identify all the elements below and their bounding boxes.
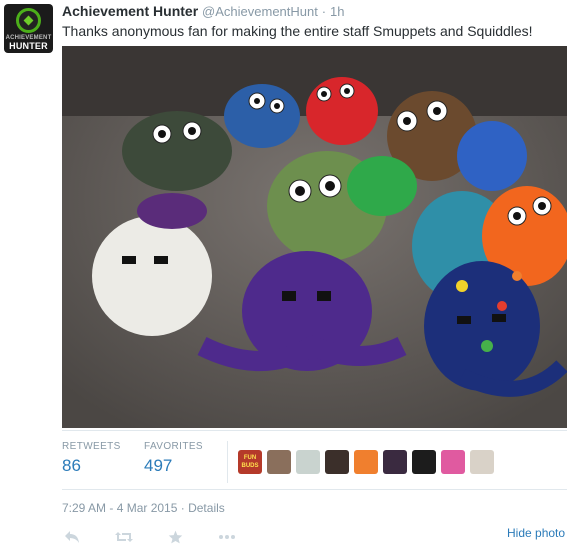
favoriter-8-avatar[interactable] [441,450,465,474]
display-name[interactable]: Achievement Hunter [62,3,198,19]
tweet-photo[interactable] [62,46,567,428]
avatar[interactable]: ACHIEVEMENT HUNTER [4,4,53,53]
divider-top [62,430,567,431]
favoriter-7-avatar[interactable] [412,450,436,474]
retweets-stat[interactable]: RETWEETS 86 [62,441,121,476]
retweet-icon[interactable] [114,530,134,550]
favoriter-5-avatar[interactable] [354,450,378,474]
favorites-label: FAVORITES [144,441,203,452]
hide-photo-link[interactable]: Hide photo [507,526,565,540]
smuppets-photo [62,46,567,428]
achievement-hunter-logo-icon [16,8,41,33]
stats-divider [227,441,228,483]
header-separator: · [321,4,327,19]
favoriters-avatars: FUN BUDS [238,450,494,474]
favorites-stat[interactable]: FAVORITES 497 [144,441,203,476]
favorites-count[interactable]: 497 [144,456,203,476]
tweet-stats: RETWEETS 86 FAVORITES 497 FUN BUDS [62,441,567,483]
favoriter-4-avatar[interactable] [325,450,349,474]
retweets-count[interactable]: 86 [62,456,121,476]
avatar-text-line2: HUNTER [9,41,48,51]
reply-icon[interactable] [64,530,80,550]
tweet-header: Achievement Hunter @AchievementHunt · 1h [62,3,344,19]
tweet-text: Thanks anonymous fan for making the enti… [62,23,533,39]
favoriter-9-avatar[interactable] [470,450,494,474]
favoriter-6-avatar[interactable] [383,450,407,474]
details-link[interactable]: Details [188,501,225,515]
favoriter-1-avatar-text: FUN BUDS [241,455,259,469]
divider-bottom [62,489,567,490]
meta-separator: · [180,501,185,515]
favoriter-3-avatar[interactable] [296,450,320,474]
more-icon[interactable] [218,530,236,550]
retweets-label: RETWEETS [62,441,121,452]
favoriter-2-avatar[interactable] [267,450,291,474]
star-icon[interactable] [168,530,183,550]
timestamp: 7:29 AM - 4 Mar 2015 [62,501,178,515]
favoriter-1-avatar[interactable]: FUN BUDS [238,450,262,474]
tweet-meta: 7:29 AM - 4 Mar 2015 · Details [62,501,225,515]
user-handle[interactable]: @AchievementHunt [202,4,318,19]
relative-time[interactable]: 1h [330,4,344,19]
